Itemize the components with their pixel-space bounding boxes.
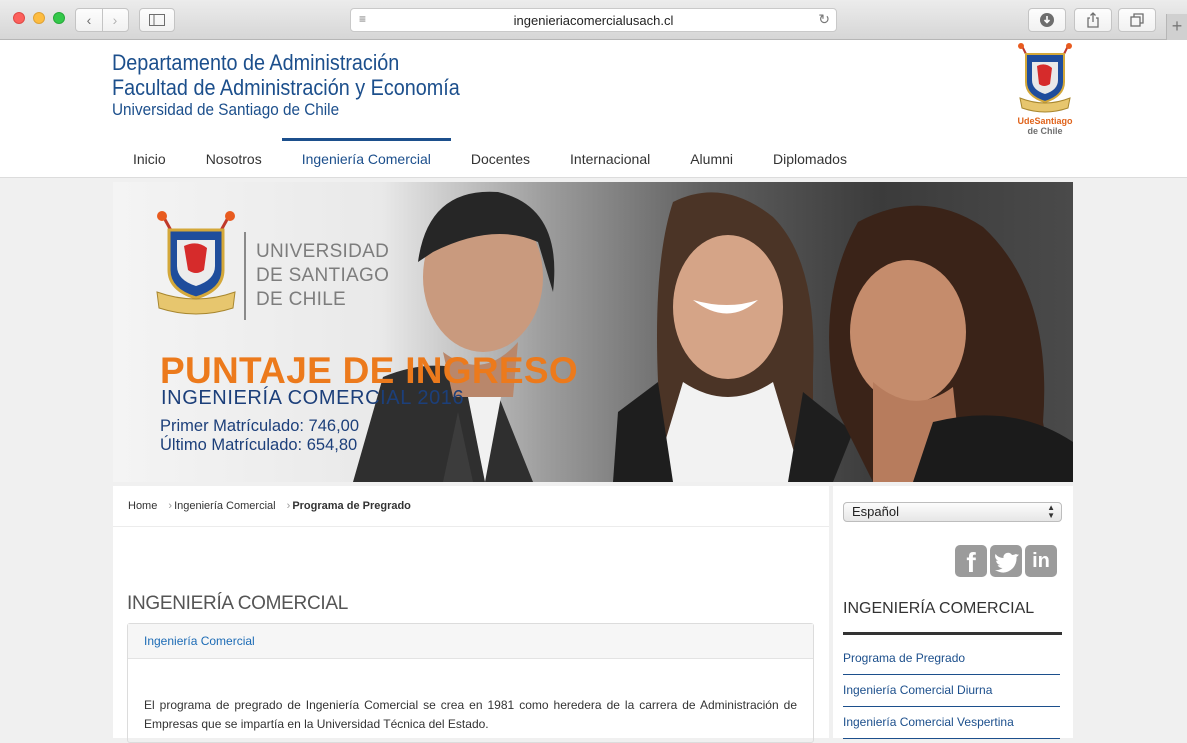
panel-heading[interactable]: Ingeniería Comercial xyxy=(128,624,813,659)
banner-title: PUNTAJE DE INGRESO xyxy=(160,350,578,391)
back-button[interactable]: ‹ xyxy=(76,9,102,31)
nav-item-inicio[interactable]: Inicio xyxy=(113,138,186,178)
banner-university-name: UNIVERSIDAD DE SANTIAGO DE CHILE xyxy=(256,240,389,312)
zoom-window-button[interactable] xyxy=(53,12,65,24)
banner-scores: Primer Matrículado: 746,00 Último Matríc… xyxy=(160,417,359,455)
sidebar-link-programa-de-pregrado[interactable]: Programa de Pregrado xyxy=(843,643,1060,675)
site-header: Departamento de Administración Facultad … xyxy=(0,40,1187,178)
breadcrumb-current: Programa de Pregrado xyxy=(292,500,411,512)
social-links: f in xyxy=(955,545,1057,578)
faculty-name[interactable]: Facultad de Administración y Economía xyxy=(112,75,460,100)
banner-uni-line1: UNIVERSIDAD xyxy=(256,241,390,262)
main-content: Home › Ingeniería Comercial › Programa de … xyxy=(113,486,829,743)
university-name[interactable]: Universidad de Santiago de Chile xyxy=(112,100,460,120)
close-window-button[interactable] xyxy=(13,12,25,24)
breadcrumb-separator-icon: › xyxy=(168,500,173,512)
usach-logo[interactable]: UdeSantiago de Chile xyxy=(1014,42,1076,136)
share-button[interactable] xyxy=(1074,8,1112,32)
nav-item-alumni[interactable]: Alumni xyxy=(670,138,753,178)
minimize-window-button[interactable] xyxy=(33,12,45,24)
panel-body-text: El programa de pregrado de Ingeniería Co… xyxy=(144,698,797,731)
sidebar-toggle-button[interactable] xyxy=(139,8,175,32)
main-nav: Inicio Nosotros Ingeniería Comercial Doc… xyxy=(113,138,867,178)
history-nav-group: ‹ › xyxy=(75,8,129,32)
sidebar-link-diurna[interactable]: Ingeniería Comercial Diurna xyxy=(843,675,1060,707)
breadcrumb-divider xyxy=(113,526,829,527)
department-title: Departamento de Administración Facultad … xyxy=(112,50,498,120)
address-bar[interactable]: ≡ ingenieriacomercialusach.cl ↻ xyxy=(350,8,837,32)
last-score: Último Matrículado: 654,80 xyxy=(160,436,358,454)
page-title: INGENIERÍA COMERCIAL xyxy=(127,593,348,614)
banner-subtitle: INGENIERÍA COMERCIAL 2016 xyxy=(161,387,465,409)
first-score: Primer Matrículado: 746,00 xyxy=(160,417,360,435)
twitter-icon[interactable] xyxy=(990,545,1022,577)
department-name[interactable]: Departamento de Administración xyxy=(112,50,460,75)
sidebar-title-rule xyxy=(843,632,1062,635)
logo-text-line2: de Chile xyxy=(1027,126,1062,136)
breadcrumb-home[interactable]: Home xyxy=(128,500,157,512)
banner-usach-crest xyxy=(156,211,236,315)
download-icon xyxy=(1040,13,1054,27)
breadcrumb: Home › Ingeniería Comercial › Programa de … xyxy=(128,500,419,512)
language-select[interactable]: Español ▲ ▼ xyxy=(843,502,1062,522)
sidebar-link-vespertina[interactable]: Ingeniería Comercial Vespertina xyxy=(843,707,1060,739)
share-icon xyxy=(1087,12,1099,28)
facebook-icon[interactable]: f xyxy=(955,545,987,578)
downloads-button[interactable] xyxy=(1028,8,1066,32)
forward-button[interactable]: › xyxy=(102,9,128,31)
browser-toolbar: ‹ › ≡ ingenieriacomercialusach.cl ↻ + xyxy=(0,0,1187,40)
nav-item-docentes[interactable]: Docentes xyxy=(451,138,550,178)
tabs-icon xyxy=(1130,13,1144,27)
language-select-value: Español xyxy=(852,504,899,519)
reload-icon[interactable]: ↻ xyxy=(818,11,830,28)
right-sidebar: Español ▲ ▼ f in INGENIERÍA COMERCIAL Pro… xyxy=(833,486,1073,739)
twitter-bird-icon xyxy=(995,552,1019,573)
breadcrumb-separator-icon: › xyxy=(286,500,291,512)
nav-item-diplomados[interactable]: Diplomados xyxy=(753,138,867,178)
show-tabs-button[interactable] xyxy=(1118,8,1156,32)
select-arrows-icon: ▲ ▼ xyxy=(1047,503,1055,520)
nav-item-nosotros[interactable]: Nosotros xyxy=(186,138,282,178)
nav-item-ingenieria-comercial[interactable]: Ingeniería Comercial xyxy=(281,138,452,178)
new-tab-button[interactable]: + xyxy=(1166,14,1187,40)
sidebar-icon xyxy=(149,14,165,26)
hero-banner[interactable]: UNIVERSIDAD DE SANTIAGO DE CHILE PUNTAJE… xyxy=(113,182,1073,482)
banner-uni-line3: DE CHILE xyxy=(256,289,347,310)
content-panel: Ingeniería Comercial El programa de preg… xyxy=(127,623,814,743)
sidebar-title: INGENIERÍA COMERCIAL xyxy=(843,600,1035,617)
linkedin-icon[interactable]: in xyxy=(1025,545,1057,577)
logo-text-line1: UdeSantiago xyxy=(1017,116,1073,126)
breadcrumb-level1[interactable]: Ingeniería Comercial xyxy=(174,500,276,512)
banner-logo-divider xyxy=(244,232,246,320)
banner-uni-line2: DE SANTIAGO xyxy=(256,265,390,286)
address-url: ingenieriacomercialusach.cl xyxy=(513,13,674,28)
nav-item-internacional[interactable]: Internacional xyxy=(550,138,670,178)
